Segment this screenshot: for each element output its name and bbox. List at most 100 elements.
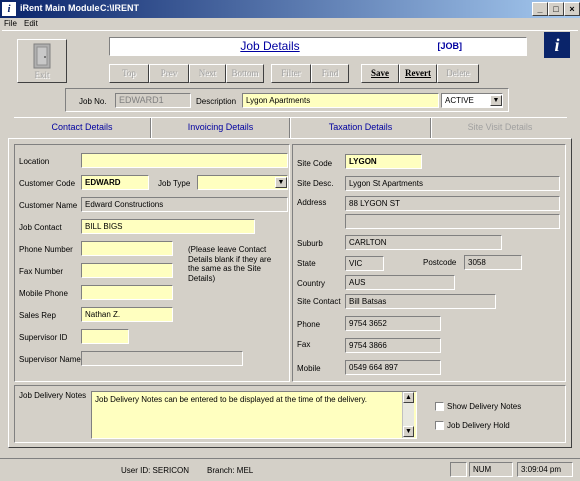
menu-file[interactable]: File bbox=[4, 19, 17, 28]
contact-note: (Please leave Contact Details blank if t… bbox=[188, 245, 272, 283]
tab-site-visit-details[interactable]: Site Visit Details bbox=[432, 117, 568, 138]
customer-name-label: Customer Name bbox=[19, 201, 78, 210]
next-button[interactable]: Next bbox=[189, 64, 226, 83]
fax-field[interactable] bbox=[81, 263, 173, 278]
mobile-field[interactable] bbox=[81, 285, 173, 300]
sales-rep-label: Sales Rep bbox=[19, 311, 56, 320]
customer-code-label: Customer Code bbox=[19, 179, 76, 188]
site-fax-label: Fax bbox=[297, 340, 311, 349]
notes-scrollbar[interactable]: ▲ ▼ bbox=[402, 392, 414, 438]
scroll-down-icon[interactable]: ▼ bbox=[403, 426, 414, 437]
phone-field[interactable] bbox=[81, 241, 173, 256]
status-select[interactable]: ACTIVE ▼ bbox=[441, 93, 503, 108]
menu-edit[interactable]: Edit bbox=[24, 19, 38, 28]
delete-button[interactable]: Delete bbox=[437, 64, 479, 83]
window-path: C:\IRENT bbox=[100, 3, 139, 13]
customer-name-field: Edward Constructions bbox=[81, 197, 288, 212]
irent-logo: i bbox=[544, 32, 570, 58]
scroll-up-icon[interactable]: ▲ bbox=[403, 392, 414, 403]
job-no-field[interactable]: EDWARD1 bbox=[115, 93, 191, 108]
status-branch: Branch: MEL bbox=[207, 466, 254, 475]
door-icon bbox=[33, 43, 51, 69]
window-title: iRent Main Module bbox=[20, 3, 100, 13]
minimize-button[interactable]: _ bbox=[532, 2, 548, 16]
revert-button[interactable]: Revert bbox=[399, 64, 437, 83]
tab-contact-details[interactable]: Contact Details bbox=[14, 117, 150, 138]
menu-divider bbox=[2, 30, 578, 31]
site-phone-label: Phone bbox=[297, 320, 321, 329]
job-delivery-hold-checkbox[interactable] bbox=[435, 421, 444, 430]
status-time: 3:09:04 pm bbox=[517, 462, 573, 477]
show-delivery-notes-label: Show Delivery Notes bbox=[447, 402, 522, 411]
supervisor-name-field bbox=[81, 351, 243, 366]
close-button[interactable]: × bbox=[564, 2, 580, 16]
job-delivery-hold-label: Job Delivery Hold bbox=[447, 421, 510, 430]
job-type-label: Job Type bbox=[158, 179, 191, 188]
menu-bar: File Edit bbox=[0, 18, 580, 30]
page-title: Job Details bbox=[240, 39, 300, 53]
description-label: Description bbox=[196, 97, 237, 106]
sales-rep-field[interactable]: Nathan Z. bbox=[81, 307, 173, 322]
country-label: Country bbox=[297, 279, 326, 288]
chevron-down-icon[interactable]: ▼ bbox=[490, 95, 502, 106]
site-code-label: Site Code bbox=[297, 159, 333, 168]
postcode-label: Postcode bbox=[423, 258, 457, 267]
status-user: User ID: SERICON bbox=[121, 466, 190, 475]
chevron-down-icon[interactable]: ▼ bbox=[275, 177, 287, 188]
maximize-button[interactable]: □ bbox=[548, 2, 564, 16]
job-no-label: Job No. bbox=[79, 97, 107, 106]
postcode-field: 3058 bbox=[464, 255, 522, 270]
job-type-select[interactable]: ▼ bbox=[197, 175, 288, 190]
suburb-field: CARLTON bbox=[345, 235, 502, 250]
filter-button[interactable]: Filter bbox=[271, 64, 311, 83]
phone-label: Phone Number bbox=[19, 245, 73, 254]
state-field: VIC bbox=[345, 256, 384, 271]
job-contact-field[interactable]: BILL BIGS bbox=[81, 219, 255, 234]
supervisor-name-label: Supervisor Name bbox=[19, 355, 81, 364]
site-contact-field: Bill Batsas bbox=[345, 294, 496, 309]
status-num: NUM bbox=[469, 462, 513, 477]
job-contact-label: Job Contact bbox=[19, 223, 62, 232]
site-fax-field: 9754 3866 bbox=[345, 338, 441, 353]
description-field[interactable]: Lygon Apartments bbox=[242, 93, 439, 108]
status-caps bbox=[450, 462, 467, 477]
site-mobile-label: Mobile bbox=[297, 364, 321, 373]
mobile-label: Mobile Phone bbox=[19, 289, 68, 298]
title-bar: i iRent Main Module C:\IRENT _ □ × bbox=[0, 0, 580, 18]
country-field: AUS bbox=[345, 275, 455, 290]
save-button[interactable]: Save bbox=[361, 64, 399, 83]
show-delivery-notes-checkbox[interactable] bbox=[435, 402, 444, 411]
status-user-area: User ID: SERICON Branch: MEL bbox=[4, 462, 444, 477]
location-field[interactable] bbox=[81, 153, 288, 168]
site-contact-label: Site Contact bbox=[297, 297, 341, 306]
state-label: State bbox=[297, 259, 316, 268]
exit-label: Exit bbox=[34, 70, 50, 80]
address-line1: 88 LYGON ST bbox=[345, 196, 560, 211]
find-button[interactable]: Find bbox=[311, 64, 349, 83]
suburb-label: Suburb bbox=[297, 239, 323, 248]
module-code: [JOB] bbox=[437, 41, 463, 51]
tab-invoicing-details[interactable]: Invoicing Details bbox=[152, 117, 289, 138]
site-mobile-field: 0549 664 897 bbox=[345, 360, 441, 375]
customer-code-field[interactable]: EDWARD bbox=[81, 175, 149, 190]
delivery-notes-label: Job Delivery Notes bbox=[19, 391, 87, 400]
site-code-field[interactable]: LYGON bbox=[345, 154, 422, 169]
supervisor-id-label: Supervisor ID bbox=[19, 333, 68, 342]
prev-button[interactable]: Prev bbox=[149, 64, 189, 83]
bottom-button[interactable]: Bottom bbox=[226, 64, 264, 83]
site-desc-label: Site Desc. bbox=[297, 179, 334, 188]
site-phone-field: 9754 3652 bbox=[345, 316, 441, 331]
tab-taxation-details[interactable]: Taxation Details bbox=[291, 117, 430, 138]
header-box: Job Details [JOB] bbox=[109, 37, 527, 56]
app-icon: i bbox=[2, 2, 16, 16]
delivery-notes-textarea[interactable]: Job Delivery Notes can be entered to be … bbox=[91, 391, 417, 439]
supervisor-id-field[interactable] bbox=[81, 329, 129, 344]
delivery-notes-text: Job Delivery Notes can be entered to be … bbox=[95, 395, 368, 404]
location-label: Location bbox=[19, 157, 50, 166]
exit-button[interactable]: Exit bbox=[17, 39, 67, 83]
address-line2 bbox=[345, 214, 560, 229]
top-button[interactable]: Top bbox=[109, 64, 149, 83]
site-desc-field: Lygon St Apartments bbox=[345, 176, 560, 191]
status-value: ACTIVE bbox=[445, 96, 474, 105]
status-divider bbox=[0, 458, 580, 459]
